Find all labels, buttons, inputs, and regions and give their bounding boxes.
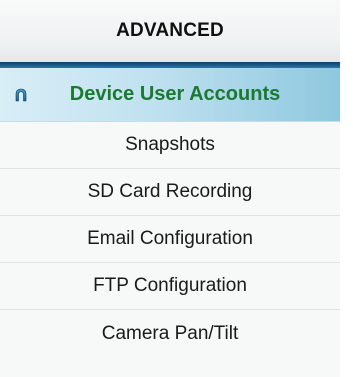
menu-item-label: Device User Accounts — [69, 83, 281, 105]
menu-item-sd-card-recording[interactable]: SD Card Recording — [0, 169, 340, 216]
menu-item-label: Snapshots — [125, 134, 215, 155]
menu-item-label: Camera Pan/Tilt — [101, 322, 239, 344]
advanced-menu: Device User Accounts Snapshots SD Card R… — [0, 68, 340, 357]
menu-item-camera-pan-tilt[interactable]: Camera Pan/Tilt — [0, 310, 340, 357]
menu-item-label: FTP Configuration — [93, 275, 247, 296]
menu-item-ftp-configuration[interactable]: FTP Configuration — [0, 263, 340, 310]
menu-item-label: Email Configuration — [87, 228, 253, 249]
menu-item-device-user-accounts[interactable]: Device User Accounts — [0, 68, 340, 122]
advanced-menu-panel: ADVANCED Device User Accounts Snapshots … — [0, 0, 340, 377]
menu-item-email-configuration[interactable]: Email Configuration — [0, 216, 340, 263]
menu-item-snapshots[interactable]: Snapshots — [0, 122, 340, 169]
lock-icon — [15, 88, 27, 101]
section-title: ADVANCED — [116, 20, 224, 41]
menu-item-label: SD Card Recording — [87, 181, 253, 202]
section-header: ADVANCED — [0, 0, 340, 62]
